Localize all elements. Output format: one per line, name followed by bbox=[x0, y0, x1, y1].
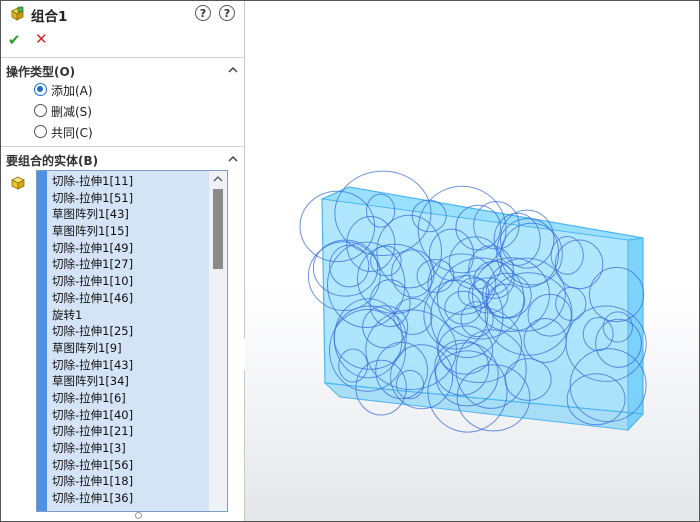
list-selection-accent bbox=[37, 171, 47, 511]
list-item[interactable]: 切除-拉伸1[21] bbox=[52, 423, 133, 440]
panel-title: 组合1 bbox=[31, 9, 68, 25]
list-item[interactable]: 切除-拉伸1[25] bbox=[52, 323, 133, 340]
window: 组合1 ? ? ✔ ✕ 操作类型(O) 添加(A) 删减(S) 共同(C) 要组… bbox=[0, 0, 700, 522]
operation-type-title: 操作类型(O) bbox=[6, 65, 76, 79]
bodies-to-combine-title: 要组合的实体(B) bbox=[6, 154, 99, 168]
graphics-viewport[interactable] bbox=[245, 1, 699, 521]
list-item[interactable]: 切除-拉伸1[43] bbox=[52, 357, 133, 374]
combine-feature-icon bbox=[11, 6, 24, 21]
divider bbox=[1, 57, 244, 58]
list-item[interactable]: 切除-拉伸1[46] bbox=[52, 290, 133, 307]
scrollbar[interactable] bbox=[209, 171, 227, 511]
list-item[interactable]: 切除-拉伸1[10] bbox=[52, 273, 133, 290]
list-item[interactable]: 切除-拉伸1[11] bbox=[52, 173, 133, 190]
scrollbar-thumb[interactable] bbox=[213, 189, 223, 269]
list-item[interactable]: 切除-拉伸1[51] bbox=[52, 190, 133, 207]
list-item[interactable]: 切除-拉伸1[18] bbox=[52, 473, 133, 490]
resize-handle[interactable] bbox=[135, 512, 142, 519]
property-manager-panel: 组合1 ? ? ✔ ✕ 操作类型(O) 添加(A) 删减(S) 共同(C) 要组… bbox=[1, 1, 245, 521]
help-icon[interactable]: ? bbox=[219, 5, 235, 21]
radio-common-label: 共同(C) bbox=[51, 126, 93, 140]
radio-button[interactable] bbox=[34, 104, 47, 117]
list-item[interactable]: 切除-拉伸1[6] bbox=[52, 390, 133, 407]
radio-subtract-label: 删减(S) bbox=[51, 105, 92, 119]
scroll-up-icon[interactable] bbox=[209, 172, 227, 186]
list-item[interactable]: 草图阵列1[34] bbox=[52, 373, 133, 390]
radio-button-selected[interactable] bbox=[34, 83, 47, 96]
whats-wrong-help-icon[interactable]: ? bbox=[195, 5, 211, 21]
solid-body-icon bbox=[11, 176, 25, 190]
radio-add-label: 添加(A) bbox=[51, 84, 93, 98]
list-item[interactable]: 切除-拉伸1[56] bbox=[52, 457, 133, 474]
chevron-up-icon[interactable] bbox=[228, 65, 238, 75]
list-item[interactable]: 切除-拉伸1[49] bbox=[52, 240, 133, 257]
cancel-button[interactable]: ✕ bbox=[35, 30, 48, 48]
list-item[interactable]: 旋转1 bbox=[52, 307, 133, 324]
bodies-list-items: 切除-拉伸1[11] 切除-拉伸1[51] 草图阵列1[43] 草图阵列1[15] 切除… bbox=[52, 173, 133, 507]
bodies-list[interactable]: 切除-拉伸1[11] 切除-拉伸1[51] 草图阵列1[43] 草图阵列1[15] 切除… bbox=[36, 170, 228, 512]
list-item[interactable]: 草图阵列1[15] bbox=[52, 223, 133, 240]
list-item[interactable]: 切除-拉伸1[36] bbox=[52, 490, 133, 507]
wireframe-model bbox=[299, 170, 647, 433]
list-item[interactable]: 草图阵列1[9] bbox=[52, 340, 133, 357]
divider bbox=[1, 146, 244, 147]
radio-button[interactable] bbox=[34, 125, 47, 138]
list-item[interactable]: 切除-拉伸1[40] bbox=[52, 407, 133, 424]
list-item[interactable]: 切除-拉伸1[3] bbox=[52, 440, 133, 457]
panel-header: 组合1 ? ? bbox=[1, 1, 244, 28]
list-item[interactable]: 切除-拉伸1[27] bbox=[52, 256, 133, 273]
ok-button[interactable]: ✔ bbox=[8, 31, 21, 49]
list-item[interactable]: 草图阵列1[43] bbox=[52, 206, 133, 223]
chevron-up-icon[interactable] bbox=[228, 154, 238, 164]
